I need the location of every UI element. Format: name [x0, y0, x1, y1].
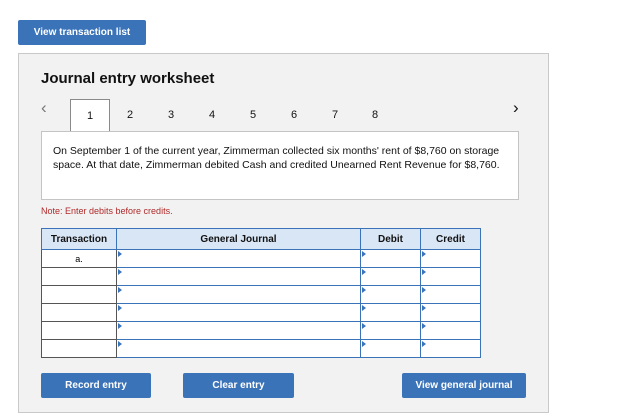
- table-row: [41, 285, 481, 304]
- credit-input[interactable]: [420, 321, 481, 340]
- credit-input[interactable]: [420, 249, 481, 268]
- table-row: [41, 303, 481, 322]
- header-transaction: Transaction: [41, 228, 117, 250]
- table-row: a.: [41, 249, 481, 268]
- credit-input[interactable]: [420, 339, 481, 358]
- account-input[interactable]: [116, 339, 361, 358]
- debit-input[interactable]: [360, 285, 421, 304]
- debit-input[interactable]: [360, 321, 421, 340]
- account-input[interactable]: [116, 249, 361, 268]
- view-transaction-list-button[interactable]: View transaction list: [18, 20, 146, 45]
- table-row: [41, 339, 481, 358]
- debit-input[interactable]: [360, 267, 421, 286]
- tab-7[interactable]: 7: [315, 99, 355, 131]
- view-general-journal-button[interactable]: View general journal: [402, 373, 526, 398]
- tab-3[interactable]: 3: [151, 99, 191, 131]
- transaction-cell: [41, 339, 117, 358]
- transaction-cell: [41, 285, 117, 304]
- account-input[interactable]: [116, 303, 361, 322]
- transaction-description: On September 1 of the current year, Zimm…: [41, 131, 519, 200]
- clear-entry-button[interactable]: Clear entry: [183, 373, 294, 398]
- header-general-journal: General Journal: [116, 228, 361, 250]
- tab-6[interactable]: 6: [274, 99, 314, 131]
- journal-entry-worksheet-panel: Journal entry worksheet ‹ 1 2 3 4 5 6 7 …: [18, 53, 549, 413]
- credit-input[interactable]: [420, 303, 481, 322]
- debit-input[interactable]: [360, 249, 421, 268]
- account-input[interactable]: [116, 321, 361, 340]
- debit-input[interactable]: [360, 339, 421, 358]
- credit-input[interactable]: [420, 267, 481, 286]
- header-debit: Debit: [360, 228, 421, 250]
- chevron-left-icon[interactable]: ‹: [41, 98, 47, 118]
- tab-8[interactable]: 8: [355, 99, 395, 131]
- credit-input[interactable]: [420, 285, 481, 304]
- debit-input[interactable]: [360, 303, 421, 322]
- chevron-right-icon[interactable]: ›: [513, 98, 519, 118]
- account-input[interactable]: [116, 285, 361, 304]
- account-input[interactable]: [116, 267, 361, 286]
- worksheet-title: Journal entry worksheet: [41, 70, 215, 87]
- journal-table: Transaction General Journal Debit Credit…: [41, 228, 481, 358]
- transaction-cell: a.: [41, 249, 117, 268]
- tab-5[interactable]: 5: [233, 99, 273, 131]
- header-credit: Credit: [420, 228, 481, 250]
- tab-2[interactable]: 2: [110, 99, 150, 131]
- debit-credit-note: Note: Enter debits before credits.: [41, 206, 173, 216]
- table-row: [41, 267, 481, 286]
- tab-1[interactable]: 1: [70, 99, 110, 132]
- transaction-cell: [41, 303, 117, 322]
- table-row: [41, 321, 481, 340]
- record-entry-button[interactable]: Record entry: [41, 373, 151, 398]
- transaction-cell: [41, 267, 117, 286]
- transaction-cell: [41, 321, 117, 340]
- tab-4[interactable]: 4: [192, 99, 232, 131]
